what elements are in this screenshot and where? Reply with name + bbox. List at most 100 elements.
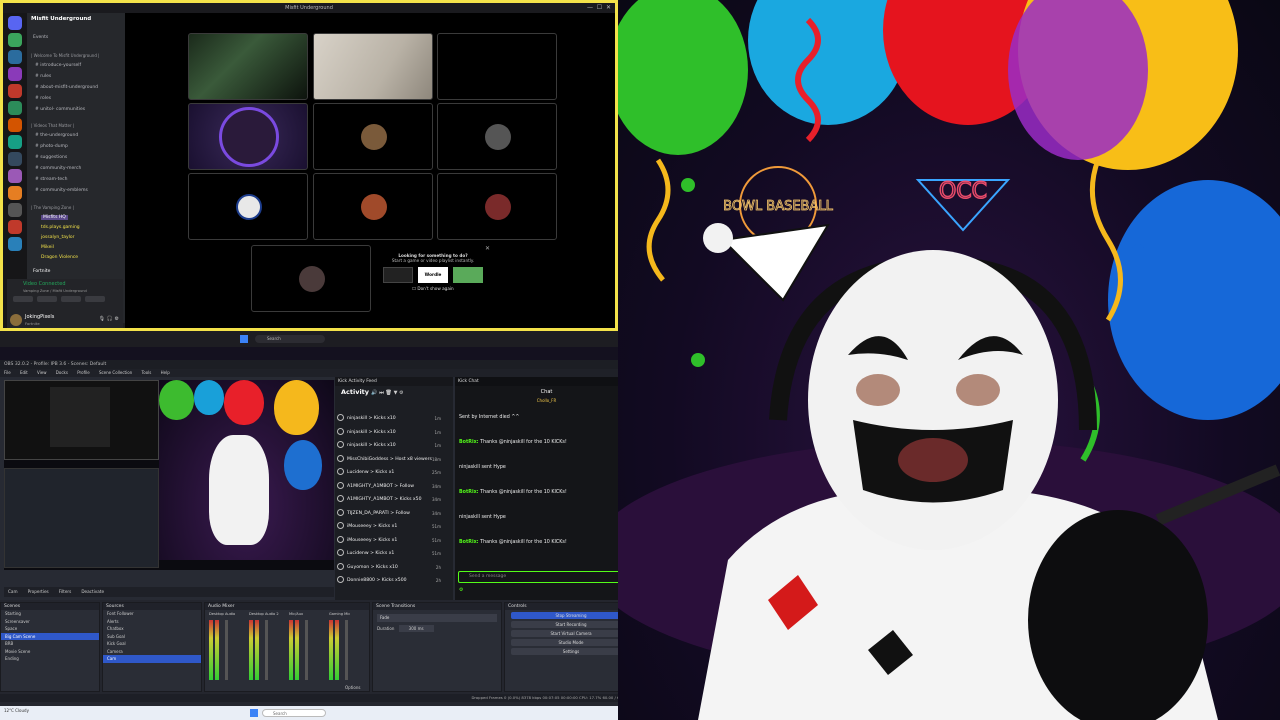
chat-username[interactable]: Sent by: [459, 415, 477, 420]
source-item[interactable]: Sub Goal: [103, 633, 201, 641]
video-tile[interactable]: [437, 103, 557, 170]
source-item[interactable]: Chatbox: [103, 625, 201, 633]
taskbar-search[interactable]: Search: [262, 709, 326, 717]
server-icon[interactable]: [8, 118, 22, 132]
windows-start-icon[interactable]: [250, 709, 258, 717]
settings-button[interactable]: Settings: [511, 648, 631, 655]
close-icon[interactable]: ✕: [485, 245, 490, 252]
chat-username[interactable]: ninjaskill: [459, 465, 480, 470]
dont-show-checkbox[interactable]: ☐ Don't show again: [373, 286, 493, 291]
menu-view[interactable]: View: [37, 370, 47, 375]
voice-user[interactable]: Dragon Violence: [41, 255, 78, 260]
voice-user[interactable]: tds.plays.gaming: [41, 225, 80, 230]
chat-message[interactable]: ninjaskill sent Hype: [459, 515, 634, 521]
feed-item[interactable]: Lucidenw > Kicks x1 25m: [337, 467, 451, 479]
server-icon[interactable]: [8, 101, 22, 115]
feed-item[interactable]: A1MIGHTY_A1MBOT > Kicks x50 34m: [337, 494, 451, 506]
scene-item[interactable]: Space: [1, 625, 99, 633]
feed-item[interactable]: ninjaskill > Kicks x10 1m: [337, 413, 451, 425]
video-tile[interactable]: [313, 103, 433, 170]
video-tile[interactable]: [313, 173, 433, 240]
scene-item[interactable]: BRB: [1, 640, 99, 648]
channel-item[interactable]: # community-merch: [35, 166, 81, 171]
properties-button[interactable]: Properties: [28, 587, 49, 597]
feed-item[interactable]: Lucidenw > Kicks x1 51m: [337, 548, 451, 560]
weather-widget[interactable]: 12°C Cloudy: [4, 708, 29, 713]
feed-item[interactable]: Guyomon > Kicks x10 2h: [337, 562, 451, 574]
camera-icon[interactable]: [13, 296, 33, 302]
channel-item[interactable]: # suggestions: [35, 155, 67, 160]
filters-button[interactable]: Filters: [59, 587, 72, 597]
server-icon[interactable]: [8, 135, 22, 149]
feed-tab[interactable]: Activity 🔊 ⏭ 🗑 ▼ ⚙: [335, 386, 453, 398]
home-icon[interactable]: [8, 16, 22, 30]
feed-item[interactable]: Donnie8800 > Kicks x500 2h: [337, 575, 451, 587]
channel-item[interactable]: # photo-dump: [35, 144, 68, 149]
scene-item[interactable]: Big Cam Scene: [1, 632, 99, 640]
source-item[interactable]: Camera: [103, 648, 201, 656]
start-recording-button[interactable]: Start Recording: [511, 621, 631, 628]
voice-user[interactable]: jossalyn_taylor: [41, 235, 75, 240]
video-tile[interactable]: [437, 173, 557, 240]
server-name[interactable]: Misfit Underground: [31, 16, 91, 22]
chat-username[interactable]: BotRix:: [459, 540, 479, 545]
channel-item[interactable]: # stream-tech: [35, 177, 67, 182]
feed-item[interactable]: ninjaskill > Kicks x10 1m: [337, 440, 451, 452]
category-header[interactable]: | The Vamping Zone |: [31, 205, 74, 210]
menu-scene-collection[interactable]: Scene Collection: [99, 370, 132, 375]
chat-message[interactable]: BotRix: Thanks @ninjaskill for the 10 KI…: [459, 440, 634, 446]
category-header[interactable]: | Welcome To Misfit Underground |: [31, 53, 99, 58]
menu-help[interactable]: Help: [161, 370, 170, 375]
server-icon[interactable]: [8, 50, 22, 64]
source-item[interactable]: Kick Goal: [103, 640, 201, 648]
gear-icon[interactable]: ⚙: [459, 587, 463, 593]
soundboard-icon[interactable]: [85, 296, 105, 302]
activity-icon[interactable]: [61, 296, 81, 302]
screen-share-icon[interactable]: [37, 296, 57, 302]
chat-username[interactable]: ninjaskill: [459, 515, 480, 520]
video-tile[interactable]: [251, 245, 371, 312]
volume-slider[interactable]: [345, 620, 348, 680]
volume-slider[interactable]: [265, 620, 268, 680]
scene-item[interactable]: Screensaver: [1, 618, 99, 626]
studio-mode-button[interactable]: Studio Mode: [511, 639, 631, 646]
server-icon[interactable]: [8, 67, 22, 81]
avatar[interactable]: [10, 314, 22, 326]
feed-filter-icon[interactable]: 🔊 ⏭ 🗑 ▼ ⚙: [371, 390, 403, 396]
options-button[interactable]: Options: [345, 685, 360, 690]
voice-user[interactable]: Mikeil: [41, 245, 54, 250]
menu-file[interactable]: File: [4, 370, 11, 375]
deactivate-button[interactable]: Deactivate: [81, 587, 104, 597]
window-controls[interactable]: — ☐ ✕: [587, 3, 611, 13]
menu-tools[interactable]: Tools: [141, 370, 151, 375]
windows-start-icon[interactable]: [240, 335, 248, 343]
feed-item[interactable]: A1MIGHTY_A1MBOT > Follow 34m: [337, 481, 451, 493]
scene-item[interactable]: Movie Scene: [1, 648, 99, 656]
taskbar-search[interactable]: Search: [255, 335, 325, 343]
volume-slider[interactable]: [225, 620, 228, 680]
menu-docks[interactable]: Docks: [56, 370, 68, 375]
server-icon[interactable]: [8, 169, 22, 183]
category-header[interactable]: | Videos That Matter |: [31, 123, 74, 128]
events-link[interactable]: Events: [33, 35, 48, 40]
transition-select[interactable]: Fade: [377, 614, 497, 622]
channel-item[interactable]: # about-misfit-underground: [35, 85, 98, 90]
chat-message[interactable]: Sent by Internet died ^^: [459, 415, 634, 421]
server-icon[interactable]: [8, 152, 22, 166]
source-item[interactable]: Alerts: [103, 618, 201, 626]
channel-item[interactable]: # roles: [35, 96, 51, 101]
obs-preview[interactable]: [4, 380, 334, 570]
server-icon[interactable]: [8, 203, 22, 217]
scene-item[interactable]: Ending: [1, 655, 99, 663]
feed-item[interactable]: TIJZEN_DA_PARATI > Follow 34m: [337, 508, 451, 520]
activity-app-tile[interactable]: Wordle: [418, 267, 448, 283]
duration-input[interactable]: 300 ms: [398, 625, 434, 632]
channel-item[interactable]: # unitol- communities: [35, 107, 85, 112]
menu-edit[interactable]: Edit: [20, 370, 28, 375]
chat-username[interactable]: BotRix:: [459, 440, 479, 445]
start-virtual-camera-button[interactable]: Start Virtual Camera: [511, 630, 631, 637]
channel-item[interactable]: # rules: [35, 74, 51, 79]
menu-profile[interactable]: Profile: [77, 370, 89, 375]
chat-message[interactable]: BotRix: Thanks @ninjaskill for the 10 KI…: [459, 540, 634, 546]
feed-item[interactable]: iMouseeey > Kicks x1 51m: [337, 521, 451, 533]
